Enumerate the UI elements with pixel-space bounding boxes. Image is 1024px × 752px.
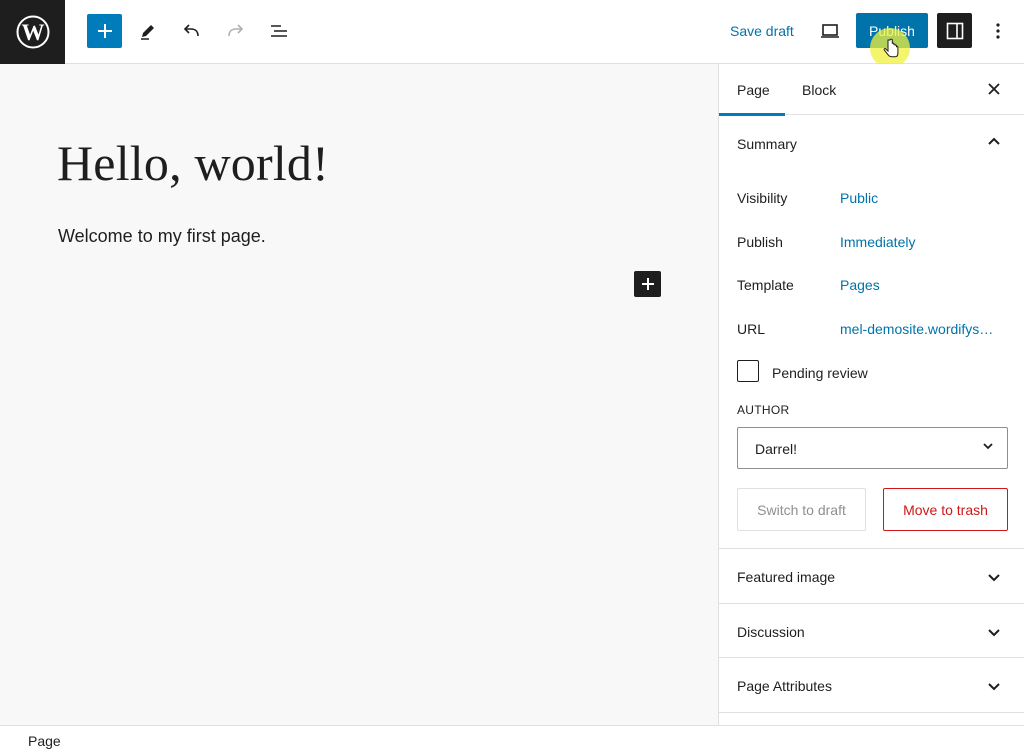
template-value-link[interactable]: Pages — [840, 277, 880, 293]
publish-date-link[interactable]: Immediately — [840, 234, 915, 250]
status-bar: Page — [0, 725, 1024, 752]
settings-sidebar-toggle[interactable] — [937, 13, 972, 48]
url-value-link[interactable]: mel-demosite.wordifys… — [840, 321, 993, 337]
redo-icon[interactable] — [217, 13, 253, 49]
author-selected-value: Darrel! — [755, 441, 798, 457]
chevron-down-icon[interactable] — [984, 622, 1004, 642]
plus-icon — [641, 278, 654, 290]
publish-label: Publish — [737, 234, 783, 250]
inline-add-block-button[interactable] — [634, 271, 661, 297]
next-panel-edge — [719, 712, 1024, 725]
wordpress-logo-icon[interactable]: W — [0, 0, 65, 64]
settings-sidebar: Page Block Summary Visibility Public Pub… — [718, 64, 1024, 725]
tab-page[interactable]: Page — [737, 64, 770, 115]
chevron-up-icon[interactable] — [984, 132, 1004, 152]
discussion-panel[interactable]: Discussion — [719, 603, 1024, 658]
paragraph-block[interactable]: Welcome to my first page. — [58, 226, 266, 247]
move-to-trash-button[interactable]: Move to trash — [883, 488, 1008, 531]
template-label: Template — [737, 277, 794, 293]
switch-to-draft-button[interactable]: Switch to draft — [737, 488, 866, 531]
summary-panel-title[interactable]: Summary — [737, 136, 797, 152]
publish-button[interactable]: Publish — [856, 13, 928, 48]
editor-canvas[interactable]: Hello, world! Welcome to my first page. — [0, 64, 718, 725]
page-title[interactable]: Hello, world! — [57, 134, 329, 192]
more-options-icon[interactable] — [980, 13, 1016, 49]
list-view-icon[interactable] — [261, 13, 297, 49]
add-block-button[interactable] — [87, 14, 122, 48]
chevron-down-icon — [981, 439, 995, 458]
save-draft-button[interactable]: Save draft — [722, 14, 802, 48]
author-label: AUTHOR — [737, 403, 790, 417]
visibility-label: Visibility — [737, 190, 788, 206]
close-icon[interactable] — [981, 76, 1007, 102]
sidebar-icon — [946, 22, 963, 39]
pending-review-checkbox[interactable] — [737, 360, 759, 382]
preview-icon[interactable] — [812, 13, 848, 49]
visibility-value-link[interactable]: Public — [840, 190, 878, 206]
url-label: URL — [737, 321, 766, 337]
chevron-down-icon[interactable] — [984, 676, 1004, 696]
tab-block[interactable]: Block — [802, 64, 836, 115]
breadcrumb[interactable]: Page — [28, 733, 61, 749]
sidebar-tabs: Page Block — [719, 64, 1024, 116]
page-attributes-panel[interactable]: Page Attributes — [719, 657, 1024, 712]
author-select[interactable]: Darrel! — [737, 427, 1008, 469]
page-attributes-panel-title[interactable]: Page Attributes — [737, 678, 832, 694]
featured-image-panel-title[interactable]: Featured image — [737, 569, 835, 585]
pending-review-label[interactable]: Pending review — [772, 365, 868, 381]
undo-icon[interactable] — [174, 13, 210, 49]
featured-image-panel[interactable]: Featured image — [719, 548, 1024, 603]
discussion-panel-title[interactable]: Discussion — [737, 624, 805, 640]
pencil-icon[interactable] — [130, 13, 166, 49]
svg-text:W: W — [21, 20, 44, 45]
chevron-down-icon[interactable] — [984, 567, 1004, 587]
editor-toolbar: W Save draft Publish — [0, 0, 1024, 68]
active-tab-indicator — [719, 113, 785, 116]
